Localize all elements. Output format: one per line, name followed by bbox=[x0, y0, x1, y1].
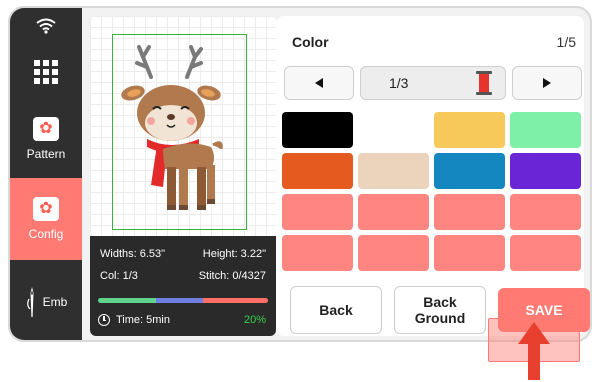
save-button-label: SAVE bbox=[525, 302, 563, 318]
design-width: Widths: 6.53" bbox=[100, 248, 166, 260]
progress-segment bbox=[203, 298, 268, 303]
back-button[interactable]: Back bbox=[290, 286, 382, 334]
background-button-label: Back Ground bbox=[415, 294, 466, 326]
sidebar-item-pattern[interactable]: ✿ Pattern bbox=[10, 100, 82, 178]
sidebar-item-label: Pattern bbox=[26, 147, 66, 161]
color-swatch-15[interactable] bbox=[434, 235, 505, 271]
progress-segment bbox=[98, 298, 156, 303]
design-height: Height: 3.22" bbox=[202, 248, 266, 260]
color-panel: Color 1/5 1/3 Back Back Ground SAVE bbox=[276, 16, 590, 336]
color-swatch-14[interactable] bbox=[358, 235, 429, 271]
progress-segment bbox=[155, 298, 204, 303]
next-color-button[interactable] bbox=[512, 66, 582, 100]
reindeer-design-image bbox=[121, 45, 223, 210]
color-swatch-3[interactable] bbox=[434, 112, 505, 148]
sidebar-item-label: Config bbox=[28, 227, 64, 241]
progress-percent: 20% bbox=[243, 314, 266, 326]
color-swatch-grid bbox=[282, 112, 582, 271]
time-estimate: Time: 5min bbox=[116, 314, 170, 326]
back-button-label: Back bbox=[319, 302, 353, 318]
background-label-line1: Back bbox=[423, 294, 457, 310]
color-swatch-4[interactable] bbox=[510, 112, 581, 148]
background-button[interactable]: Back Ground bbox=[394, 286, 486, 334]
needle-icon bbox=[26, 287, 34, 317]
page-indicator: 1/5 bbox=[556, 34, 576, 50]
pattern-icon: ✿ bbox=[33, 117, 59, 141]
color-swatch-13[interactable] bbox=[282, 235, 353, 271]
sidebar: ✿ Pattern ✿ Config Emb bbox=[10, 8, 82, 340]
sidebar-item-config[interactable]: ✿ Config bbox=[10, 178, 82, 260]
color-swatch-2[interactable] bbox=[358, 112, 429, 148]
sidebar-item-emb[interactable]: Emb bbox=[10, 260, 82, 340]
config-icon: ✿ bbox=[33, 197, 59, 221]
triangle-left-icon bbox=[315, 78, 323, 88]
clock-icon bbox=[98, 314, 110, 326]
color-swatch-7[interactable] bbox=[434, 153, 505, 189]
color-count: Col: 1/3 bbox=[100, 270, 138, 282]
color-swatch-9[interactable] bbox=[282, 194, 353, 230]
wifi-status bbox=[10, 12, 82, 40]
thread-counter-value: 1/3 bbox=[389, 75, 409, 91]
pointer-arrow-icon bbox=[518, 322, 550, 380]
triangle-right-icon bbox=[543, 78, 551, 88]
sidebar-item-apps[interactable] bbox=[10, 44, 82, 100]
color-swatch-16[interactable] bbox=[510, 235, 581, 271]
thread-spool-icon bbox=[476, 71, 492, 95]
thread-counter: 1/3 bbox=[360, 66, 506, 100]
stitch-count: Stitch: 0/4327 bbox=[198, 270, 266, 282]
color-swatch-11[interactable] bbox=[434, 194, 505, 230]
wifi-icon bbox=[36, 18, 56, 34]
panel-title: Color bbox=[292, 34, 329, 50]
color-swatch-5[interactable] bbox=[282, 153, 353, 189]
device-screen: ✿ Pattern ✿ Config Emb Widths: 6.53" Hei… bbox=[8, 6, 592, 342]
apps-grid-icon bbox=[34, 60, 58, 84]
color-swatch-10[interactable] bbox=[358, 194, 429, 230]
color-swatch-1[interactable] bbox=[282, 112, 353, 148]
sidebar-item-label: Emb bbox=[42, 295, 68, 309]
color-swatch-8[interactable] bbox=[510, 153, 581, 189]
hoop-frame bbox=[112, 34, 247, 230]
prev-color-button[interactable] bbox=[284, 66, 354, 100]
color-swatch-12[interactable] bbox=[510, 194, 581, 230]
color-swatch-6[interactable] bbox=[358, 153, 429, 189]
background-label-line2: Ground bbox=[414, 310, 466, 326]
design-info-panel: Widths: 6.53" Height: 3.22" Col: 1/3 Sti… bbox=[90, 236, 276, 336]
embroidery-preview bbox=[90, 16, 276, 236]
color-progress-bar bbox=[98, 298, 268, 303]
